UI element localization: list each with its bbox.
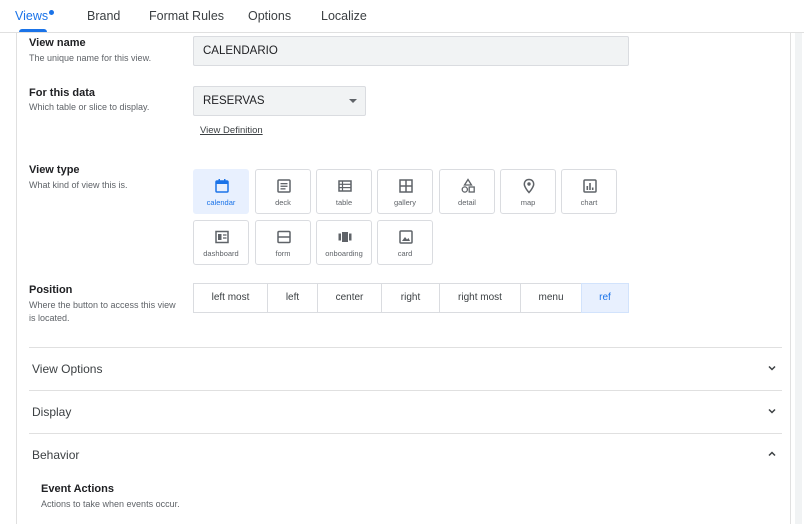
view-type-table-label: table	[335, 198, 353, 207]
position-menu[interactable]: menu	[520, 283, 582, 313]
view-type-card[interactable]: card	[377, 220, 433, 265]
deck-icon	[277, 179, 291, 193]
tab-localize-label: Localize	[321, 9, 367, 23]
view-type-gallery-label: gallery	[393, 198, 417, 207]
view-type-chart[interactable]: chart	[561, 169, 617, 214]
view-type-detail[interactable]: detail	[439, 169, 495, 214]
scrollbar[interactable]	[795, 33, 802, 524]
active-tab-indicator	[19, 29, 47, 32]
view-type-chart-label: chart	[580, 198, 598, 207]
detail-icon	[461, 178, 475, 193]
section-divider	[29, 347, 782, 348]
form-icon	[277, 230, 291, 244]
tab-brand-label: Brand	[87, 9, 121, 23]
position-left[interactable]: left	[267, 283, 318, 313]
view-name-input[interactable]: CALENDARIO	[193, 36, 629, 66]
view-name-help: The unique name for this view.	[29, 53, 152, 63]
position-left-most[interactable]: left most	[193, 283, 268, 313]
view-type-calendar-label: calendar	[206, 198, 236, 207]
position-right-most[interactable]: right most	[439, 283, 521, 313]
view-type-calendar[interactable]: calendar	[193, 169, 249, 214]
view-type-deck-label: deck	[275, 198, 291, 207]
calendar-icon	[215, 179, 229, 193]
view-type-map[interactable]: map	[500, 169, 556, 214]
view-type-deck[interactable]: deck	[255, 169, 311, 214]
gallery-icon	[399, 179, 413, 193]
position-help: Where the button to access this view is …	[29, 300, 176, 323]
chevron-down-icon[interactable]	[766, 405, 778, 417]
dropdown-caret-icon	[349, 99, 357, 103]
tab-options-label: Options	[248, 9, 292, 23]
for-this-data-label: For this data	[29, 87, 96, 99]
notification-dot	[49, 10, 55, 15]
tab-localize[interactable]: Localize	[321, 0, 367, 32]
onboarding-icon	[338, 232, 352, 242]
section-view-options[interactable]: View Options	[32, 362, 102, 376]
view-type-onboarding[interactable]: onboarding	[316, 220, 372, 265]
view-type-gallery[interactable]: gallery	[377, 169, 433, 214]
view-type-table[interactable]: table	[316, 169, 372, 214]
tab-format-rules[interactable]: Format Rules	[149, 0, 224, 32]
view-type-dashboard-label: dashboard	[203, 249, 239, 258]
section-divider	[29, 390, 782, 391]
section-divider	[29, 433, 782, 434]
map-pin-icon	[523, 178, 535, 194]
image-card-icon	[399, 230, 413, 244]
data-source-select[interactable]: RESERVAS	[193, 86, 366, 116]
view-type-detail-label: detail	[458, 198, 476, 207]
position-right[interactable]: right	[381, 283, 440, 313]
view-type-help: What kind of view this is.	[29, 180, 128, 190]
view-definition-link[interactable]: View Definition	[200, 125, 263, 136]
chart-icon	[583, 179, 597, 193]
tab-options[interactable]: Options	[248, 0, 291, 32]
chevron-up-icon[interactable]	[766, 448, 778, 460]
table-icon	[338, 180, 352, 192]
position-label: Position	[29, 284, 73, 296]
position-ref[interactable]: ref	[581, 283, 629, 313]
section-behavior[interactable]: Behavior	[32, 448, 79, 462]
position-center[interactable]: center	[317, 283, 382, 313]
for-this-data-help: Which table or slice to display.	[29, 102, 150, 112]
event-actions-label: Event Actions	[41, 483, 114, 495]
dashboard-icon	[215, 230, 229, 244]
top-tab-bar: Views Brand Format Rules Options Localiz…	[0, 0, 804, 33]
chevron-down-icon[interactable]	[766, 362, 778, 374]
tab-views-label: Views	[15, 9, 49, 23]
view-type-dashboard[interactable]: dashboard	[193, 220, 249, 265]
view-name-label: View name	[29, 37, 86, 49]
tab-views[interactable]: Views	[15, 0, 55, 32]
view-type-map-label: map	[520, 198, 536, 207]
view-type-onboarding-label: onboarding	[325, 249, 363, 258]
view-type-form[interactable]: form	[255, 220, 311, 265]
tab-format-rules-label: Format Rules	[149, 9, 225, 23]
view-type-card-label: card	[397, 249, 413, 258]
section-display[interactable]: Display	[32, 405, 71, 419]
tab-brand[interactable]: Brand	[87, 0, 120, 32]
view-type-form-label: form	[275, 249, 291, 258]
view-type-label: View type	[29, 164, 80, 176]
data-source-value: RESERVAS	[203, 95, 265, 107]
event-actions-help: Actions to take when events occur.	[41, 499, 180, 509]
